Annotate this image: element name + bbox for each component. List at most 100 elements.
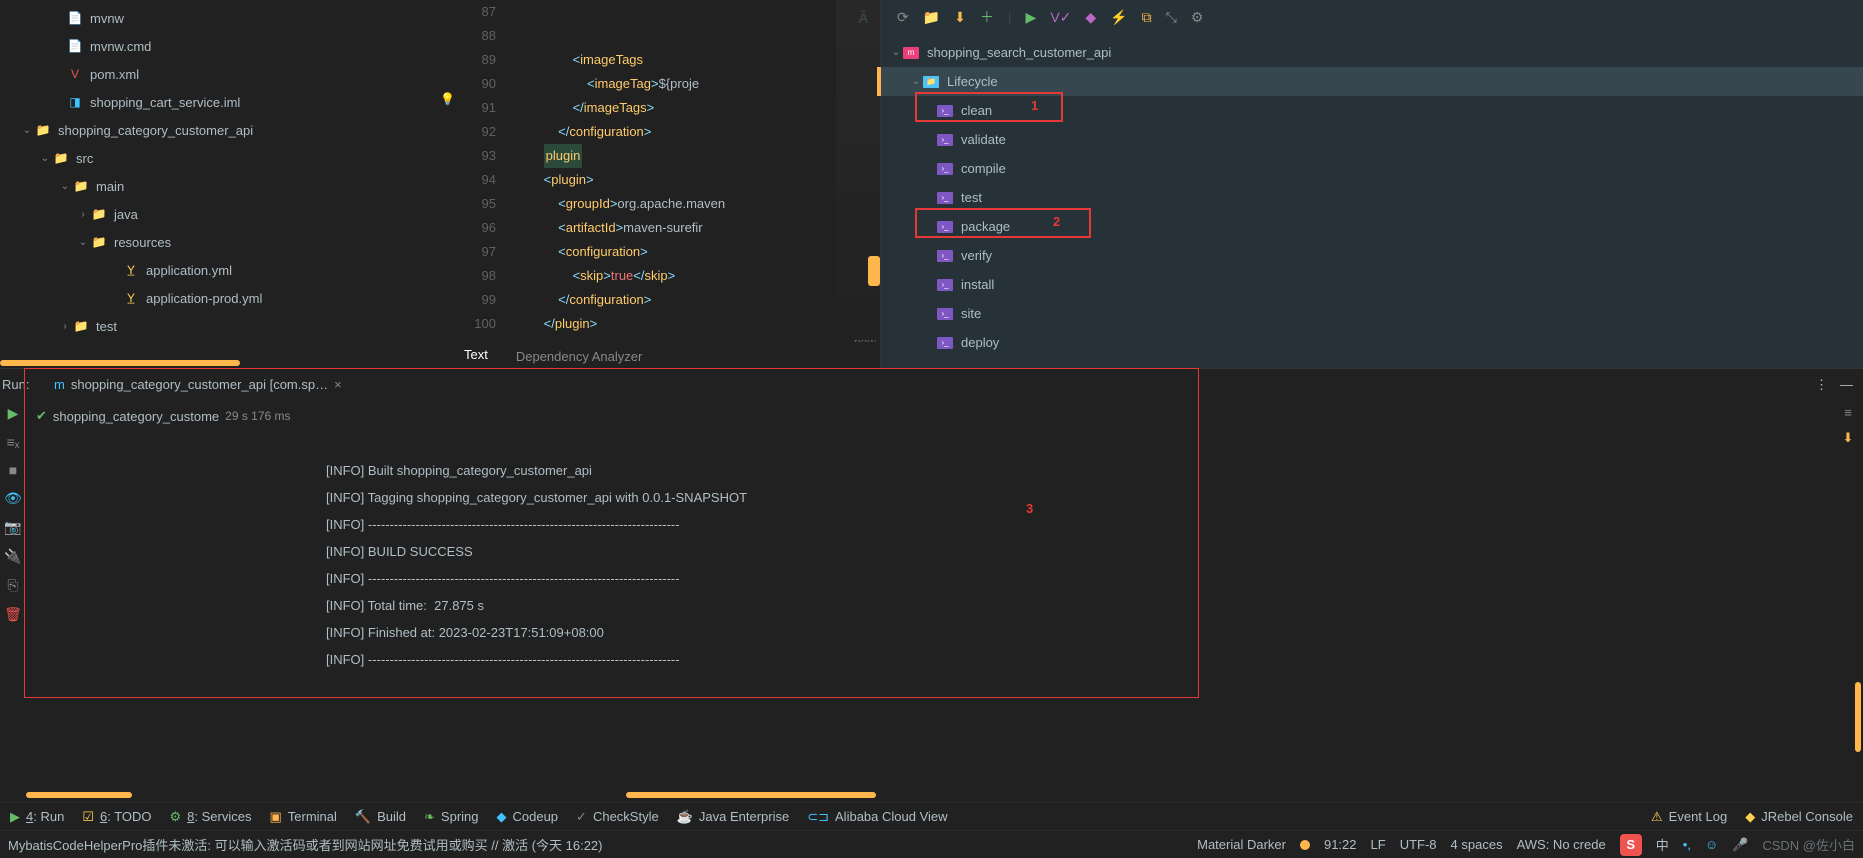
maven-root[interactable]: ⌄m shopping_search_customer_api (881, 38, 1863, 67)
run-tab[interactable]: m shopping_category_customer_api [com.sp… (46, 369, 350, 399)
more-icon[interactable]: ⋮ (1815, 377, 1828, 393)
maven-goal-test[interactable]: ›_test (881, 183, 1863, 212)
download-icon[interactable]: ⬇ (954, 9, 966, 26)
toolwin-checkstyle[interactable]: ✓CheckStyle (576, 809, 659, 825)
filter-icon[interactable]: ≡ₓ (7, 434, 20, 450)
annotation-3: 3 (1026, 495, 1033, 522)
minimap-thumb[interactable] (868, 256, 880, 286)
tree-item[interactable]: 📄mvnw.cmd (0, 32, 450, 60)
aws-status[interactable]: AWS: No crede (1517, 837, 1606, 852)
vcs-icon[interactable]: V✓ (1050, 9, 1071, 26)
toolwin-label: Alibaba Cloud View (835, 809, 948, 824)
run-tree-item[interactable]: ✔ shopping_category_custome 29 s 176 ms (36, 405, 316, 427)
toolwin-8-services[interactable]: ⚙8: Services (170, 809, 252, 825)
close-icon[interactable]: × (334, 377, 342, 392)
maven-tree[interactable]: ⌄m shopping_search_customer_api ⌄📁 Lifec… (881, 34, 1863, 368)
maven-goal-validate[interactable]: ›_validate (881, 125, 1863, 154)
goal-label: package (961, 219, 1010, 234)
smile-icon[interactable]: ☺ (1705, 837, 1718, 852)
flash-icon[interactable]: ⚡ (1110, 9, 1127, 26)
maven-goal-verify[interactable]: ›_verify (881, 241, 1863, 270)
tree-label: test (96, 319, 117, 334)
tree-item[interactable]: ⌄📁resources (0, 228, 450, 256)
line-sep[interactable]: LF (1371, 837, 1386, 852)
widget-icon[interactable]: •, (1683, 837, 1691, 852)
maven-run-icon: m (54, 377, 65, 392)
generate-icon[interactable]: 📁 (923, 9, 940, 26)
tree-item[interactable]: ›📁java (0, 200, 450, 228)
run-tree[interactable]: ✔ shopping_category_custome 29 s 176 ms (26, 399, 326, 802)
run-tree-hscroll[interactable] (26, 792, 132, 798)
maven-goal-site[interactable]: ›_site (881, 299, 1863, 328)
toolwin-4-run[interactable]: ▶4: Run (10, 809, 64, 825)
tab-dependency-analyzer[interactable]: Dependency Analyzer (502, 343, 656, 370)
maven-goal-deploy[interactable]: ›_deploy (881, 328, 1863, 357)
stop-icon[interactable]: ■ (9, 462, 17, 478)
plug-icon[interactable]: 🔌 (4, 548, 21, 565)
refresh-icon[interactable]: ⟳ (897, 9, 909, 26)
scroll-end-icon[interactable]: ⬇ (1843, 430, 1854, 446)
maven-goal-clean[interactable]: ›_clean (881, 96, 1863, 125)
toolwin-jrebel-console[interactable]: ◆JRebel Console (1745, 809, 1853, 825)
add-icon[interactable]: ＋ (980, 7, 994, 27)
tree-item[interactable]: ◨shopping_cart_service.iml (0, 88, 450, 116)
encoding[interactable]: UTF-8 (1400, 837, 1437, 852)
lifecycle-icon[interactable]: ◆ (1085, 9, 1096, 26)
mic-icon[interactable]: 🎤 (1732, 837, 1748, 853)
toolwin-codeup[interactable]: ◆Codeup (497, 809, 559, 825)
camera-icon[interactable]: 📷 (4, 519, 21, 536)
run-console[interactable]: [INFO] Built shopping_category_customer_… (326, 399, 1833, 802)
tree-item[interactable]: Y̲application-prod.yml (0, 284, 450, 312)
tree-item[interactable]: ›📁test (0, 312, 450, 340)
maven-goal-compile[interactable]: ›_compile (881, 154, 1863, 183)
intent-icon[interactable]: 💡 (440, 92, 455, 106)
maven-goal-package[interactable]: ›_package (881, 212, 1863, 241)
project-tree[interactable]: 📄mvnw📄mvnw.cmdVpom.xml◨shopping_cart_ser… (0, 0, 450, 368)
tree-item[interactable]: ⌄📁src (0, 144, 450, 172)
toolwin-build[interactable]: 🔨Build (355, 809, 406, 825)
ime-lang[interactable]: 中 (1656, 835, 1669, 854)
toolwin-alibaba-cloud-view[interactable]: ⊂⊐ Alibaba Cloud View (807, 809, 947, 825)
tree-item[interactable]: 📄mvnw (0, 4, 450, 32)
theme-label[interactable]: Material Darker (1197, 837, 1286, 852)
toolwin-terminal[interactable]: ▣Terminal (269, 809, 336, 825)
toolwin-6-todo[interactable]: ☑6: TODO (82, 809, 151, 825)
hierarchy-icon[interactable]: ⧉ (1142, 9, 1152, 26)
ime-icon[interactable]: S (1620, 834, 1642, 856)
tree-item[interactable]: Y̲application.yml (0, 256, 450, 284)
toolwin-event-log[interactable]: ⚠Event Log (1651, 809, 1727, 825)
exit-icon[interactable]: ⎘ (7, 577, 18, 594)
toolwin-spring[interactable]: ❧Spring (424, 809, 478, 825)
maven-goal-install[interactable]: ›_install (881, 270, 1863, 299)
tab-text[interactable]: Text (450, 341, 502, 370)
toolwin-icon: ⊂⊐ (807, 809, 829, 825)
rerun-icon[interactable]: ▶ (8, 405, 19, 422)
indent[interactable]: 4 spaces (1451, 837, 1503, 852)
run-vscroll[interactable] (1855, 682, 1861, 752)
tree-item[interactable]: ⌄📁shopping_category_customer_api (0, 116, 450, 144)
tree-label: src (76, 151, 93, 166)
console-hscroll[interactable] (626, 792, 876, 798)
soft-wrap-icon[interactable]: ≡ (1844, 405, 1852, 420)
hscroll-thumb[interactable] (0, 360, 240, 366)
lifecycle-label: Lifecycle (947, 74, 998, 89)
toolwin-java-enterprise[interactable]: ☕Java Enterprise (677, 809, 790, 825)
run-icon[interactable]: ▶ (1026, 9, 1037, 26)
goal-label: clean (961, 103, 992, 118)
eye-icon[interactable]: 👁 (4, 490, 22, 507)
tree-item[interactable]: ⌄📁main (0, 172, 450, 200)
maven-lifecycle-folder[interactable]: ⌄📁 Lifecycle (881, 67, 1863, 96)
remove-icon[interactable]: 🗑 (4, 606, 22, 623)
minimap[interactable] (836, 0, 880, 340)
status-message[interactable]: MybatisCodeHelperPro插件未激活: 可以输入激活码或者到网站网… (8, 835, 602, 854)
caret-pos[interactable]: 91:22 (1324, 837, 1357, 852)
collapse-icon[interactable]: ⤡ (1166, 9, 1177, 26)
toolwin-label: 4: Run (26, 809, 64, 824)
toolwin-label: CheckStyle (593, 809, 659, 824)
settings-icon[interactable]: ⚙ (1191, 9, 1204, 26)
tree-item[interactable]: Vpom.xml (0, 60, 450, 88)
editor[interactable]: 87888990919293949596979899100 <imageTags… (450, 0, 880, 368)
code-area[interactable]: <imageTags <imageTag>${proje </imageTags… (510, 0, 880, 368)
goal-icon: ›_ (937, 250, 953, 262)
minimize-icon[interactable]: — (1840, 377, 1853, 393)
